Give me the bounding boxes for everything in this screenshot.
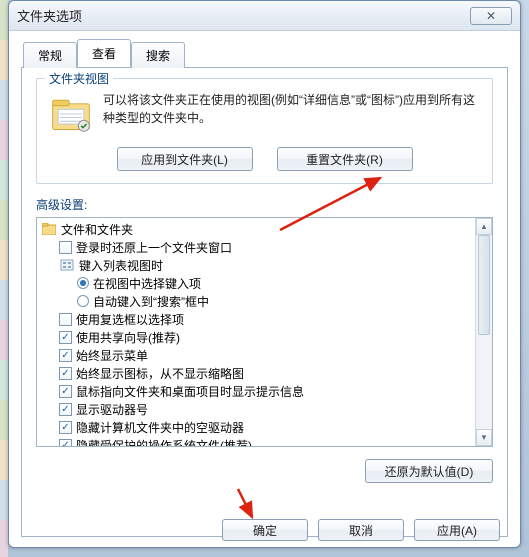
tree-item[interactable]: 在视图中选择键入项 bbox=[41, 274, 488, 292]
radio-icon[interactable] bbox=[77, 277, 89, 289]
background-strip bbox=[0, 0, 8, 557]
folder-options-dialog: 文件夹选项 ✕ 常规 查看 搜索 文件夹视图 bbox=[8, 0, 521, 548]
tree-item-label: 登录时还原上一个文件夹窗口 bbox=[76, 239, 232, 256]
checkbox-icon[interactable]: ✓ bbox=[59, 349, 72, 362]
tab-view[interactable]: 查看 bbox=[77, 39, 131, 67]
apply-button[interactable]: 应用(A) bbox=[414, 519, 500, 541]
scroll-up-button[interactable]: ▲ bbox=[476, 218, 492, 235]
folder-view-icon bbox=[47, 89, 95, 137]
checkbox-icon[interactable]: ✓ bbox=[59, 241, 72, 254]
tree-item-label: 使用复选框以选择项 bbox=[76, 311, 184, 328]
checkbox-icon[interactable]: ✓ bbox=[59, 331, 72, 344]
tree-item-label: 始终显示图标，从不显示缩略图 bbox=[76, 365, 244, 382]
group-icon bbox=[59, 258, 75, 272]
dialog-buttons: 确定 取消 应用(A) bbox=[222, 519, 500, 541]
reset-folders-button[interactable]: 重置文件夹(R) bbox=[277, 147, 413, 171]
tree-item[interactable]: ✓ 使用共享向导(推荐) bbox=[41, 328, 488, 346]
tree-item-label: 隐藏受保护的操作系统文件(推荐) bbox=[76, 437, 252, 447]
tree-item[interactable]: ✓ 使用复选框以选择项 bbox=[41, 310, 488, 328]
cancel-button[interactable]: 取消 bbox=[318, 519, 404, 541]
tree-item[interactable]: ✓ 显示驱动器号 bbox=[41, 400, 488, 418]
folder-view-groupbox: 文件夹视图 可以将该文件夹正在使用的视图(例如“详细信息”或“图标”)应用到所有… bbox=[36, 78, 493, 184]
checkbox-icon[interactable]: ✓ bbox=[59, 367, 72, 380]
radio-icon[interactable] bbox=[77, 295, 89, 307]
tree-item-label: 始终显示菜单 bbox=[76, 347, 148, 364]
tree-item[interactable]: ✓ 登录时还原上一个文件夹窗口 bbox=[41, 238, 488, 256]
close-icon: ✕ bbox=[486, 9, 496, 23]
folder-icon bbox=[41, 222, 57, 236]
checkbox-icon[interactable]: ✓ bbox=[59, 421, 72, 434]
checkbox-icon[interactable]: ✓ bbox=[59, 439, 72, 447]
apply-to-folders-button[interactable]: 应用到文件夹(L) bbox=[117, 147, 253, 171]
tree-item[interactable]: ✓ 隐藏受保护的操作系统文件(推荐) bbox=[41, 436, 488, 446]
tree-item[interactable]: ✓ 始终显示图标，从不显示缩略图 bbox=[41, 364, 488, 382]
groupbox-description: 可以将该文件夹正在使用的视图(例如“详细信息”或“图标”)应用到所有这种类型的文… bbox=[103, 89, 482, 137]
tab-panel-view: 文件夹视图 可以将该文件夹正在使用的视图(例如“详细信息”或“图标”)应用到所有… bbox=[21, 67, 508, 537]
scroll-track[interactable] bbox=[476, 235, 492, 429]
tree-item[interactable]: ✓ 鼠标指向文件夹和桌面项目时显示提示信息 bbox=[41, 382, 488, 400]
close-button[interactable]: ✕ bbox=[470, 7, 512, 25]
advanced-settings-tree: 文件和文件夹 ✓ 登录时还原上一个文件夹窗口键入列表视图时在视图中选择键入项自动键… bbox=[36, 217, 493, 447]
tree-item-label: 鼠标指向文件夹和桌面项目时显示提示信息 bbox=[76, 383, 304, 400]
tree-item[interactable]: ✓ 始终显示菜单 bbox=[41, 346, 488, 364]
tree-item-label: 显示驱动器号 bbox=[76, 401, 148, 418]
tree-item-label: 使用共享向导(推荐) bbox=[76, 329, 180, 346]
tree-item[interactable]: 自动键入到“搜索”框中 bbox=[41, 292, 488, 310]
scroll-thumb[interactable] bbox=[478, 235, 490, 335]
tree-item-label: 隐藏计算机文件夹中的空驱动器 bbox=[76, 419, 244, 436]
tabstrip: 常规 查看 搜索 bbox=[23, 43, 508, 67]
window-title: 文件夹选项 bbox=[17, 6, 470, 25]
tree-item[interactable]: 键入列表视图时 bbox=[41, 256, 488, 274]
checkbox-icon[interactable]: ✓ bbox=[59, 313, 72, 326]
scrollbar[interactable]: ▲ ▼ bbox=[475, 218, 492, 446]
tree-item-label: 在视图中选择键入项 bbox=[93, 275, 201, 292]
tree-root[interactable]: 文件和文件夹 bbox=[41, 220, 488, 238]
checkbox-icon[interactable]: ✓ bbox=[59, 403, 72, 416]
scroll-down-button[interactable]: ▼ bbox=[476, 429, 492, 446]
tree-item-label: 键入列表视图时 bbox=[79, 257, 163, 274]
ok-button[interactable]: 确定 bbox=[222, 519, 308, 541]
tree-item[interactable]: ✓ 隐藏计算机文件夹中的空驱动器 bbox=[41, 418, 488, 436]
tab-general[interactable]: 常规 bbox=[23, 42, 77, 68]
advanced-settings-label: 高级设置: bbox=[36, 196, 493, 213]
tree-root-label: 文件和文件夹 bbox=[61, 221, 133, 238]
groupbox-title: 文件夹视图 bbox=[45, 70, 113, 87]
restore-defaults-button[interactable]: 还原为默认值(D) bbox=[365, 459, 493, 483]
checkbox-icon[interactable]: ✓ bbox=[59, 385, 72, 398]
tree-item-label: 自动键入到“搜索”框中 bbox=[93, 293, 209, 310]
titlebar[interactable]: 文件夹选项 ✕ bbox=[9, 1, 520, 31]
tab-search[interactable]: 搜索 bbox=[131, 42, 185, 68]
